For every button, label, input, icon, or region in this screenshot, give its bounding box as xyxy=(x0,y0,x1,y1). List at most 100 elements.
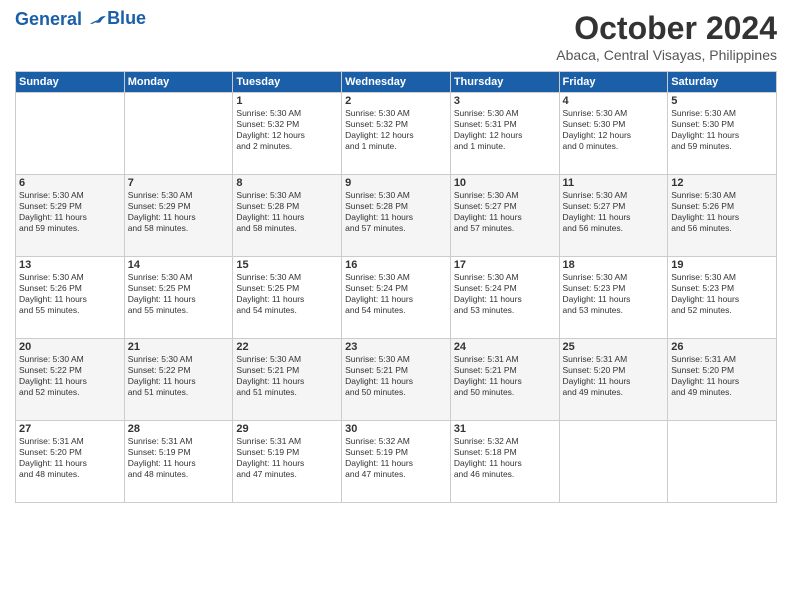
cell-info: Sunset: 5:29 PM xyxy=(19,201,121,212)
cell-info: and 57 minutes. xyxy=(345,223,447,234)
logo-general: General xyxy=(15,9,82,29)
calendar-cell: 28Sunrise: 5:31 AMSunset: 5:19 PMDayligh… xyxy=(124,421,233,503)
cell-info: Sunset: 5:23 PM xyxy=(671,283,773,294)
day-number: 20 xyxy=(19,341,121,353)
cell-info: Daylight: 11 hours xyxy=(454,212,556,223)
cell-info: Daylight: 11 hours xyxy=(128,376,230,387)
cell-info: Sunrise: 5:30 AM xyxy=(345,272,447,283)
cell-info: Daylight: 11 hours xyxy=(563,294,665,305)
cell-info: Sunrise: 5:30 AM xyxy=(236,354,338,365)
day-header-tuesday: Tuesday xyxy=(233,72,342,93)
week-row-4: 20Sunrise: 5:30 AMSunset: 5:22 PMDayligh… xyxy=(16,339,777,421)
cell-info: Sunset: 5:21 PM xyxy=(454,365,556,376)
cell-info: Daylight: 12 hours xyxy=(454,130,556,141)
cell-info: Daylight: 11 hours xyxy=(19,458,121,469)
day-number: 18 xyxy=(563,259,665,271)
day-number: 13 xyxy=(19,259,121,271)
cell-info: Sunrise: 5:31 AM xyxy=(128,436,230,447)
cell-info: Sunset: 5:30 PM xyxy=(563,119,665,130)
cell-info: Daylight: 11 hours xyxy=(671,376,773,387)
day-number: 26 xyxy=(671,341,773,353)
cell-info: and 55 minutes. xyxy=(19,305,121,316)
calendar-cell: 29Sunrise: 5:31 AMSunset: 5:19 PMDayligh… xyxy=(233,421,342,503)
month-title: October 2024 xyxy=(556,10,777,47)
cell-info: Sunset: 5:22 PM xyxy=(128,365,230,376)
cell-info: and 47 minutes. xyxy=(236,469,338,480)
cell-info: and 48 minutes. xyxy=(128,469,230,480)
cell-info: Sunrise: 5:30 AM xyxy=(236,190,338,201)
cell-info: Sunrise: 5:30 AM xyxy=(19,354,121,365)
cell-info: and 0 minutes. xyxy=(563,141,665,152)
calendar-cell: 13Sunrise: 5:30 AMSunset: 5:26 PMDayligh… xyxy=(16,257,125,339)
day-number: 10 xyxy=(454,177,556,189)
calendar-cell: 27Sunrise: 5:31 AMSunset: 5:20 PMDayligh… xyxy=(16,421,125,503)
calendar-cell: 23Sunrise: 5:30 AMSunset: 5:21 PMDayligh… xyxy=(342,339,451,421)
cell-info: and 58 minutes. xyxy=(128,223,230,234)
day-number: 28 xyxy=(128,423,230,435)
cell-info: and 56 minutes. xyxy=(671,223,773,234)
calendar-cell: 16Sunrise: 5:30 AMSunset: 5:24 PMDayligh… xyxy=(342,257,451,339)
day-header-sunday: Sunday xyxy=(16,72,125,93)
cell-info: and 48 minutes. xyxy=(19,469,121,480)
calendar-table: SundayMondayTuesdayWednesdayThursdayFrid… xyxy=(15,71,777,503)
day-number: 3 xyxy=(454,95,556,107)
cell-info: Sunset: 5:24 PM xyxy=(345,283,447,294)
day-number: 27 xyxy=(19,423,121,435)
cell-info: Sunrise: 5:31 AM xyxy=(19,436,121,447)
cell-info: Sunrise: 5:30 AM xyxy=(671,108,773,119)
day-number: 17 xyxy=(454,259,556,271)
calendar-cell xyxy=(668,421,777,503)
cell-info: Sunrise: 5:30 AM xyxy=(345,108,447,119)
cell-info: and 59 minutes. xyxy=(19,223,121,234)
cell-info: Sunrise: 5:31 AM xyxy=(671,354,773,365)
cell-info: Sunset: 5:28 PM xyxy=(345,201,447,212)
cell-info: Daylight: 12 hours xyxy=(236,130,338,141)
day-number: 15 xyxy=(236,259,338,271)
cell-info: Sunrise: 5:30 AM xyxy=(345,354,447,365)
logo: General Blue xyxy=(15,10,146,30)
cell-info: and 47 minutes. xyxy=(345,469,447,480)
cell-info: Sunset: 5:19 PM xyxy=(236,447,338,458)
cell-info: Sunset: 5:23 PM xyxy=(563,283,665,294)
cell-info: Sunrise: 5:31 AM xyxy=(236,436,338,447)
day-number: 12 xyxy=(671,177,773,189)
day-number: 16 xyxy=(345,259,447,271)
calendar-cell: 5Sunrise: 5:30 AMSunset: 5:30 PMDaylight… xyxy=(668,93,777,175)
cell-info: Sunset: 5:19 PM xyxy=(345,447,447,458)
cell-info: Sunset: 5:21 PM xyxy=(236,365,338,376)
cell-info: Daylight: 11 hours xyxy=(128,294,230,305)
week-row-2: 6Sunrise: 5:30 AMSunset: 5:29 PMDaylight… xyxy=(16,175,777,257)
cell-info: Sunrise: 5:30 AM xyxy=(236,272,338,283)
cell-info: Sunrise: 5:32 AM xyxy=(454,436,556,447)
cell-info: Daylight: 12 hours xyxy=(345,130,447,141)
cell-info: and 1 minute. xyxy=(454,141,556,152)
cell-info: and 53 minutes. xyxy=(454,305,556,316)
calendar-cell xyxy=(559,421,668,503)
cell-info: Sunrise: 5:30 AM xyxy=(671,272,773,283)
cell-info: Daylight: 11 hours xyxy=(671,294,773,305)
week-row-5: 27Sunrise: 5:31 AMSunset: 5:20 PMDayligh… xyxy=(16,421,777,503)
cell-info: Sunset: 5:25 PM xyxy=(236,283,338,294)
cell-info: Sunset: 5:20 PM xyxy=(19,447,121,458)
calendar-cell: 30Sunrise: 5:32 AMSunset: 5:19 PMDayligh… xyxy=(342,421,451,503)
cell-info: and 49 minutes. xyxy=(671,387,773,398)
cell-info: Daylight: 11 hours xyxy=(454,294,556,305)
cell-info: Daylight: 11 hours xyxy=(454,458,556,469)
cell-info: and 50 minutes. xyxy=(345,387,447,398)
cell-info: and 1 minute. xyxy=(345,141,447,152)
cell-info: Daylight: 11 hours xyxy=(236,212,338,223)
calendar-cell: 19Sunrise: 5:30 AMSunset: 5:23 PMDayligh… xyxy=(668,257,777,339)
logo-bird-icon xyxy=(89,11,107,29)
day-number: 29 xyxy=(236,423,338,435)
cell-info: Sunset: 5:31 PM xyxy=(454,119,556,130)
calendar-cell: 11Sunrise: 5:30 AMSunset: 5:27 PMDayligh… xyxy=(559,175,668,257)
cell-info: Daylight: 11 hours xyxy=(345,294,447,305)
cell-info: Sunset: 5:21 PM xyxy=(345,365,447,376)
calendar-cell: 15Sunrise: 5:30 AMSunset: 5:25 PMDayligh… xyxy=(233,257,342,339)
cell-info: Daylight: 11 hours xyxy=(236,458,338,469)
cell-info: Sunset: 5:20 PM xyxy=(563,365,665,376)
calendar-cell: 1Sunrise: 5:30 AMSunset: 5:32 PMDaylight… xyxy=(233,93,342,175)
cell-info: and 57 minutes. xyxy=(454,223,556,234)
day-header-friday: Friday xyxy=(559,72,668,93)
day-header-saturday: Saturday xyxy=(668,72,777,93)
